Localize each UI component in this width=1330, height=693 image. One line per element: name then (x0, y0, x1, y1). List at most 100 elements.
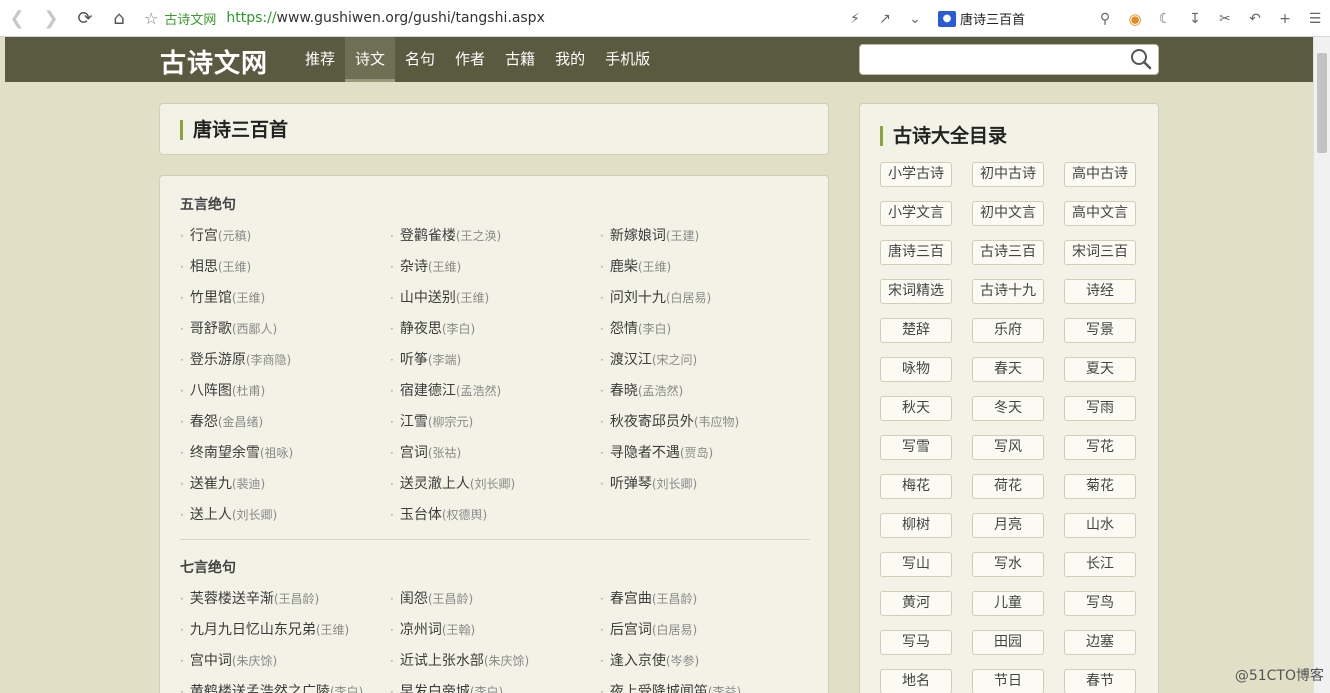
undo-icon[interactable]: ↶ (1240, 0, 1270, 37)
poem-item[interactable]: · 逢入京使(岑参) (600, 646, 810, 677)
forward-icon[interactable]: ❯ (34, 0, 68, 37)
poem-title[interactable]: 竹里馆 (190, 290, 232, 306)
poem-item[interactable]: · 听筝(李端) (390, 345, 600, 376)
poem-item[interactable]: · 芙蓉楼送辛渐(王昌龄) (180, 584, 390, 615)
directory-tag[interactable]: 古诗十九 (972, 279, 1044, 304)
directory-tag[interactable]: 古诗三百 (972, 240, 1044, 265)
site-logo[interactable]: 古诗文网 (160, 43, 268, 80)
scrollbar-thumb[interactable] (1317, 53, 1327, 153)
poem-item[interactable]: · 玉台体(权德舆) (390, 500, 600, 531)
directory-tag[interactable]: 秋天 (880, 396, 952, 421)
poem-item[interactable]: · 渡汉江(宋之问) (600, 345, 810, 376)
nav-poems[interactable]: 诗文 (345, 37, 396, 82)
poem-item[interactable]: · 鹿柴(王维) (600, 252, 810, 283)
poem-title[interactable]: 玉台体 (400, 507, 442, 523)
poem-title[interactable]: 山中送别 (400, 290, 456, 306)
poem-title[interactable]: 问刘十九 (610, 290, 666, 306)
directory-tag[interactable]: 写风 (972, 435, 1044, 460)
poem-item[interactable]: · 早发白帝城(李白) (390, 677, 600, 693)
directory-tag[interactable]: 咏物 (880, 357, 952, 382)
search-input[interactable] (860, 45, 1120, 74)
poem-title[interactable]: 春怨 (190, 414, 218, 430)
search-engine-icon[interactable]: ● (938, 10, 956, 27)
poem-item[interactable]: · 黄鹤楼送孟浩然之广陵(李白) (180, 677, 390, 693)
poem-item[interactable]: · 终南望余雪(祖咏) (180, 438, 390, 469)
scissors-icon[interactable]: ✂ (1210, 0, 1240, 37)
address-bar[interactable]: https://www.gushiwen.org/gushi/tangshi.a… (226, 10, 545, 26)
poem-title[interactable]: 宿建德江 (400, 383, 456, 399)
poem-item[interactable]: · 静夜思(李白) (390, 314, 600, 345)
directory-tag[interactable]: 唐诗三百 (880, 240, 952, 265)
poem-title[interactable]: 春宫曲 (610, 591, 652, 607)
poem-title[interactable]: 哥舒歌 (190, 321, 232, 337)
directory-tag[interactable]: 写水 (972, 552, 1044, 577)
poem-title[interactable]: 夜上受降城闻笛 (610, 684, 708, 693)
nav-authors[interactable]: 作者 (445, 37, 495, 82)
poem-title[interactable]: 秋夜寄邱员外 (610, 414, 694, 430)
directory-tag[interactable]: 田园 (972, 630, 1044, 655)
poem-item[interactable]: · 送崔九(裴迪) (180, 469, 390, 500)
directory-tag[interactable]: 冬天 (972, 396, 1044, 421)
directory-tag[interactable]: 长江 (1064, 552, 1136, 577)
directory-tag[interactable]: 山水 (1064, 513, 1136, 538)
directory-tag[interactable]: 黄河 (880, 591, 952, 616)
directory-tag[interactable]: 荷花 (972, 474, 1044, 499)
page-scrollbar[interactable] (1313, 37, 1330, 693)
directory-tag[interactable]: 楚辞 (880, 318, 952, 343)
directory-tag[interactable]: 春节 (1064, 669, 1136, 693)
back-icon[interactable]: ❮ (0, 0, 34, 37)
poem-title[interactable]: 怨情 (610, 321, 638, 337)
poem-item[interactable]: · 杂诗(王维) (390, 252, 600, 283)
poem-item[interactable]: · 春晓(孟浩然) (600, 376, 810, 407)
poem-title[interactable]: 静夜思 (400, 321, 442, 337)
nav-quotes[interactable]: 名句 (395, 37, 445, 82)
poem-title[interactable]: 江雪 (400, 414, 428, 430)
poem-title[interactable]: 凉州词 (400, 622, 442, 638)
poem-title[interactable]: 鹿柴 (610, 259, 638, 275)
directory-tag[interactable]: 梅花 (880, 474, 952, 499)
poem-title[interactable]: 春晓 (610, 383, 638, 399)
directory-tag[interactable]: 菊花 (1064, 474, 1136, 499)
directory-tag[interactable]: 夏天 (1064, 357, 1136, 382)
poem-title[interactable]: 送上人 (190, 507, 232, 523)
poem-item[interactable]: · 新嫁娘词(王建) (600, 221, 810, 252)
directory-tag[interactable]: 写鸟 (1064, 591, 1136, 616)
search-engine-text[interactable]: 唐诗三百首 (960, 9, 1090, 28)
lightning-icon[interactable]: ⚡ (840, 0, 870, 37)
poem-item[interactable]: · 八阵图(杜甫) (180, 376, 390, 407)
directory-tag[interactable]: 写雪 (880, 435, 952, 460)
nav-classics[interactable]: 古籍 (495, 37, 545, 82)
share-icon[interactable]: ↗ (870, 0, 900, 37)
home-icon[interactable]: ⌂ (102, 0, 136, 37)
poem-item[interactable]: · 春怨(金昌绪) (180, 407, 390, 438)
poem-item[interactable]: · 哥舒歌(西鄙人) (180, 314, 390, 345)
poem-item[interactable]: · 登鹳雀楼(王之涣) (390, 221, 600, 252)
download-icon[interactable]: ↧ (1180, 0, 1210, 37)
poem-item[interactable]: · 竹里馆(王维) (180, 283, 390, 314)
poem-title[interactable]: 登鹳雀楼 (400, 228, 456, 244)
chevron-down-icon[interactable]: ⌄ (900, 0, 930, 37)
poem-title[interactable]: 八阵图 (190, 383, 232, 399)
directory-tag[interactable]: 写山 (880, 552, 952, 577)
moon-icon[interactable]: ☾ (1150, 0, 1180, 37)
reload-icon[interactable]: ⟳ (68, 0, 102, 37)
directory-tag[interactable]: 节日 (972, 669, 1044, 693)
poem-title[interactable]: 芙蓉楼送辛渐 (190, 591, 274, 607)
poem-item[interactable]: · 送灵澈上人(刘长卿) (390, 469, 600, 500)
poem-title[interactable]: 渡汉江 (610, 352, 652, 368)
poem-title[interactable]: 黄鹤楼送孟浩然之广陵 (190, 684, 330, 693)
poem-item[interactable]: · 怨情(李白) (600, 314, 810, 345)
nav-mobile[interactable]: 手机版 (595, 37, 660, 82)
poem-title[interactable]: 杂诗 (400, 259, 428, 275)
poem-title[interactable]: 宫词 (400, 445, 428, 461)
poem-title[interactable]: 登乐游原 (190, 352, 246, 368)
poem-item[interactable]: · 凉州词(王翰) (390, 615, 600, 646)
poem-item[interactable]: · 寻隐者不遇(贾岛) (600, 438, 810, 469)
poem-item[interactable]: · 近试上张水部(朱庆馀) (390, 646, 600, 677)
poem-title[interactable]: 早发白帝城 (400, 684, 470, 693)
directory-tag[interactable]: 柳树 (880, 513, 952, 538)
poem-item[interactable]: · 闺怨(王昌龄) (390, 584, 600, 615)
directory-tag[interactable]: 写马 (880, 630, 952, 655)
directory-tag[interactable]: 边塞 (1064, 630, 1136, 655)
poem-title[interactable]: 闺怨 (400, 591, 428, 607)
